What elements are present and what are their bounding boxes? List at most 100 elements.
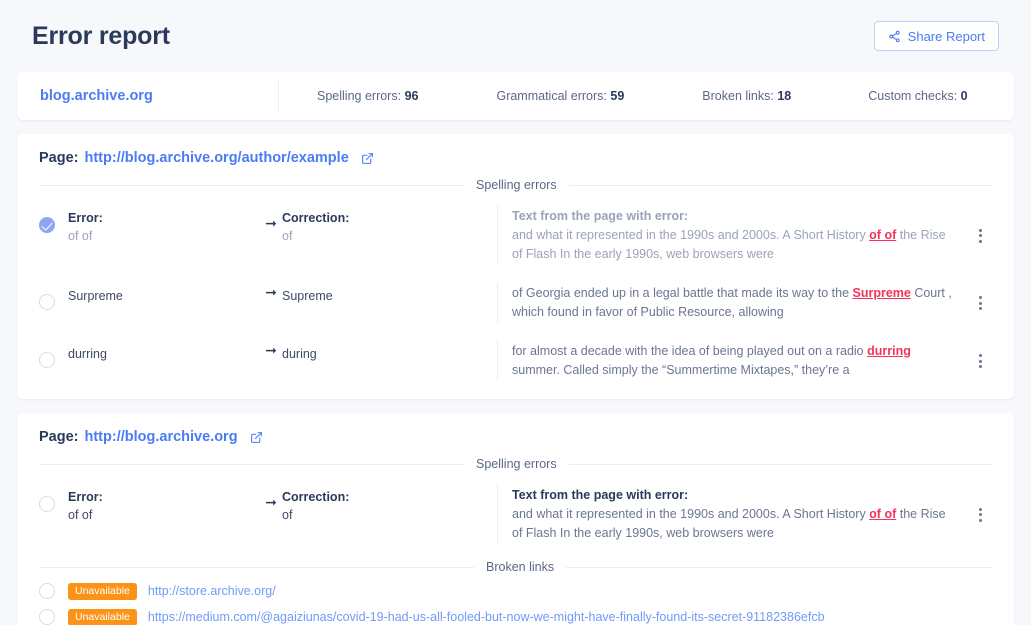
stat-value: 96 — [405, 89, 419, 103]
correction-column: Correction: of — [282, 205, 497, 245]
error-label: Error: — [68, 210, 260, 227]
excerpt-wrap: Text from the page with error: and what … — [497, 484, 992, 543]
page-card: Page: http://blog.archive.org Spelling e… — [17, 413, 1014, 625]
correction-column: Supreme — [282, 282, 497, 305]
correction-label: Correction: — [282, 210, 497, 227]
domain-link[interactable]: blog.archive.org — [40, 88, 153, 104]
page-title: Error report — [32, 22, 170, 51]
excerpt-highlight: of of — [869, 507, 896, 521]
stat-custom-checks: Custom checks: 0 — [868, 89, 967, 103]
arrow-right-icon: ➞ — [260, 484, 282, 511]
correction-column: Correction: of — [282, 484, 497, 524]
section-title: Spelling errors — [464, 457, 569, 471]
excerpt-highlight: Surpreme — [853, 286, 911, 300]
excerpt-wrap: of Georgia ended up in a legal battle th… — [497, 282, 992, 322]
error-rows: Error: of of ➞ Correction: of Text from … — [17, 475, 1014, 552]
broken-link-url[interactable]: http://store.archive.org/ — [148, 584, 276, 598]
stat-spelling-errors: Spelling errors: 96 — [317, 89, 418, 103]
status-badge: Unavailable — [68, 609, 137, 625]
row-menu-button[interactable] — [968, 224, 992, 245]
error-value: of of — [68, 227, 260, 245]
excerpt-body: and what it represented in the 1990s and… — [512, 226, 954, 264]
excerpt-highlight: durring — [867, 344, 911, 358]
error-label: Error: — [68, 489, 260, 506]
section-spelling-errors: Spelling errors — [17, 457, 1014, 471]
excerpt-heading: Text from the page with error: — [512, 207, 968, 226]
divider-left — [39, 464, 464, 465]
error-column: durring — [55, 340, 260, 363]
correction-value: during — [282, 345, 497, 363]
correction-label: Correction: — [282, 489, 497, 506]
error-value: Surpreme — [68, 287, 260, 305]
stat-label: Spelling errors: — [317, 89, 401, 103]
error-row: Error: of of ➞ Correction: of Text from … — [17, 196, 1014, 273]
divider-right — [566, 567, 992, 568]
summary-bar: blog.archive.org Spelling errors: 96 Gra… — [17, 72, 1014, 120]
stat-value: 18 — [777, 89, 791, 103]
broken-link-row: Unavailable https://medium.com/@agaiziun… — [17, 604, 1014, 625]
excerpt-highlight: of of — [869, 228, 896, 242]
summary-stats: Spelling errors: 96 Grammatical errors: … — [279, 89, 1014, 103]
page-url-header: Page: http://blog.archive.org/author/exa… — [17, 134, 1014, 178]
error-row: Surpreme ➞ Supreme of Georgia ended up i… — [17, 273, 1014, 331]
share-report-button[interactable]: Share Report — [874, 21, 999, 51]
excerpt-body: and what it represented in the 1990s and… — [512, 505, 954, 543]
page-label: Page: — [39, 150, 79, 166]
row-checkbox[interactable] — [39, 217, 55, 233]
excerpt-body: of Georgia ended up in a legal battle th… — [512, 284, 954, 322]
stat-label: Grammatical errors: — [496, 89, 606, 103]
share-icon — [888, 30, 901, 43]
error-column: Surpreme — [55, 282, 260, 305]
excerpt-body: for almost a decade with the idea of bei… — [512, 342, 954, 380]
stat-broken-links: Broken links: 18 — [702, 89, 791, 103]
error-value: of of — [68, 506, 260, 524]
stat-value: 59 — [610, 89, 624, 103]
row-menu-button[interactable] — [968, 350, 992, 371]
row-menu-button[interactable] — [968, 503, 992, 524]
page-url-link[interactable]: http://blog.archive.org/author/example — [85, 150, 349, 166]
excerpt: of Georgia ended up in a legal battle th… — [512, 282, 968, 322]
external-link-icon[interactable] — [250, 431, 263, 444]
excerpt: Text from the page with error: and what … — [512, 484, 968, 543]
page-root: Error report Share Report blog.archive.o… — [0, 0, 1031, 625]
broken-link-url[interactable]: https://medium.com/@agaiziunas/covid-19-… — [148, 610, 825, 624]
excerpt: Text from the page with error: and what … — [512, 205, 968, 264]
page-url-header: Page: http://blog.archive.org — [17, 413, 1014, 457]
section-title: Broken links — [474, 560, 566, 574]
excerpt-wrap: Text from the page with error: and what … — [497, 205, 992, 264]
divider-left — [39, 185, 464, 186]
row-checkbox[interactable] — [39, 294, 55, 310]
page-url-link[interactable]: http://blog.archive.org — [85, 429, 238, 445]
correction-value: of — [282, 506, 497, 524]
divider-left — [39, 567, 474, 568]
excerpt-pre: and what it represented in the 1990s and… — [512, 507, 869, 521]
excerpt-post: summer. Called simply the “Summertime Mi… — [512, 363, 850, 377]
arrow-right-icon: ➞ — [260, 282, 282, 301]
error-row: Error: of of ➞ Correction: of Text from … — [17, 475, 1014, 552]
row-checkbox[interactable] — [39, 496, 55, 512]
excerpt-pre: for almost a decade with the idea of bei… — [512, 344, 867, 358]
excerpt: for almost a decade with the idea of bei… — [512, 340, 968, 380]
correction-value: of — [282, 227, 497, 245]
row-checkbox[interactable] — [39, 352, 55, 368]
external-link-icon[interactable] — [361, 152, 374, 165]
correction-value: Supreme — [282, 287, 497, 305]
excerpt-heading: Text from the page with error: — [512, 486, 968, 505]
excerpt-pre: and what it represented in the 1990s and… — [512, 228, 869, 242]
stat-label: Broken links: — [702, 89, 774, 103]
excerpt-pre: of Georgia ended up in a legal battle th… — [512, 286, 853, 300]
section-title: Spelling errors — [464, 178, 569, 192]
card-bottom-spacer — [17, 389, 1014, 399]
excerpt-wrap: for almost a decade with the idea of bei… — [497, 340, 992, 380]
stat-grammatical-errors: Grammatical errors: 59 — [496, 89, 624, 103]
row-checkbox[interactable] — [39, 583, 55, 599]
arrow-right-icon: ➞ — [260, 205, 282, 232]
row-checkbox[interactable] — [39, 609, 55, 625]
broken-link-rows: Unavailable http://store.archive.org/ Un… — [17, 578, 1014, 625]
summary-domain: blog.archive.org — [17, 81, 279, 111]
stat-label: Custom checks: — [868, 89, 957, 103]
page-label: Page: — [39, 429, 79, 445]
row-menu-button[interactable] — [968, 292, 992, 313]
error-column: Error: of of — [55, 205, 260, 245]
section-broken-links: Broken links — [17, 560, 1014, 574]
